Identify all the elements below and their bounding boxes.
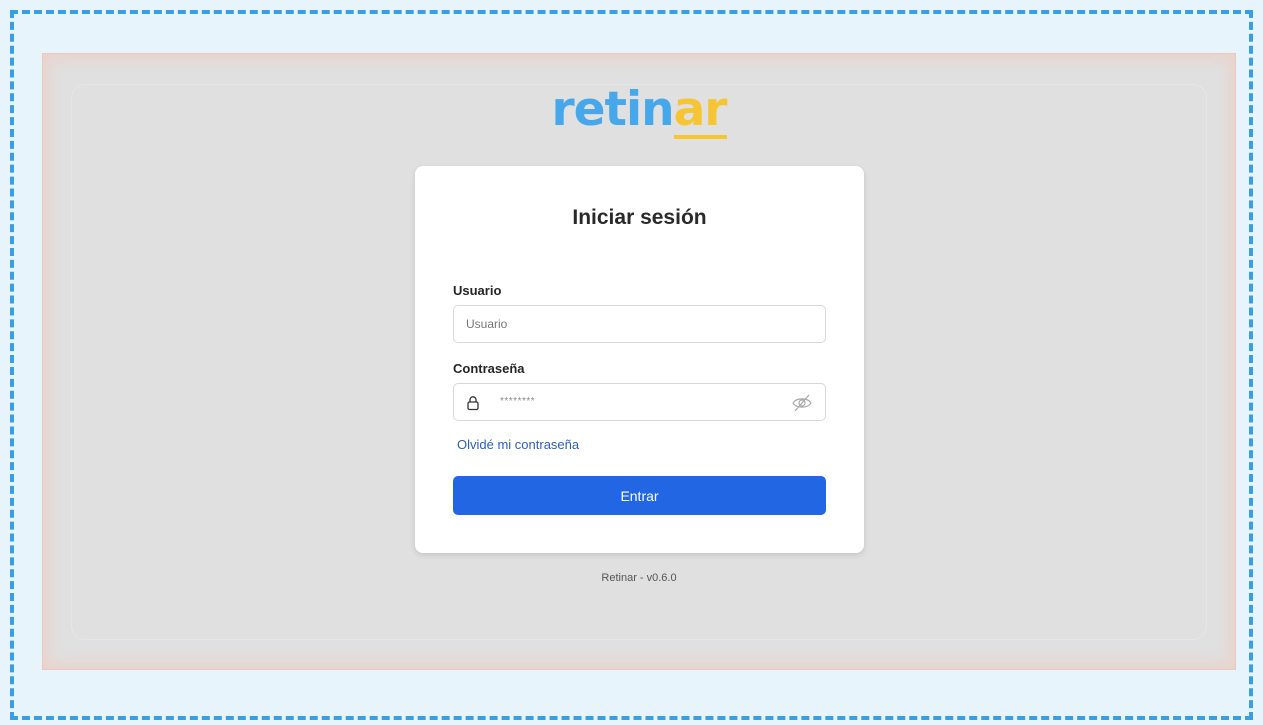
username-label: Usuario: [453, 283, 502, 298]
forgot-password-link[interactable]: Olvidé mi contraseña: [457, 437, 579, 452]
lock-icon: [467, 396, 479, 411]
password-input[interactable]: ********: [453, 383, 826, 421]
version-footer: Retinar - v0.6.0: [601, 572, 677, 584]
username-placeholder: Usuario: [466, 317, 508, 331]
password-value: ********: [500, 396, 536, 407]
eye-slash-icon[interactable]: [791, 393, 813, 413]
retinar-logo: retinar: [43, 80, 1235, 140]
login-card: Iniciar sesión Usuario Usuario Contraseñ…: [415, 166, 864, 553]
login-screen: retinar Iniciar sesión Usuario Usuario C…: [42, 53, 1236, 670]
password-label: Contraseña: [453, 361, 525, 376]
username-input[interactable]: Usuario: [453, 305, 826, 343]
login-title: Iniciar sesión: [572, 206, 707, 229]
logo-main-text: retin: [551, 82, 675, 137]
submit-button[interactable]: Entrar: [453, 476, 826, 515]
logo-accent-text: ar: [673, 82, 727, 139]
